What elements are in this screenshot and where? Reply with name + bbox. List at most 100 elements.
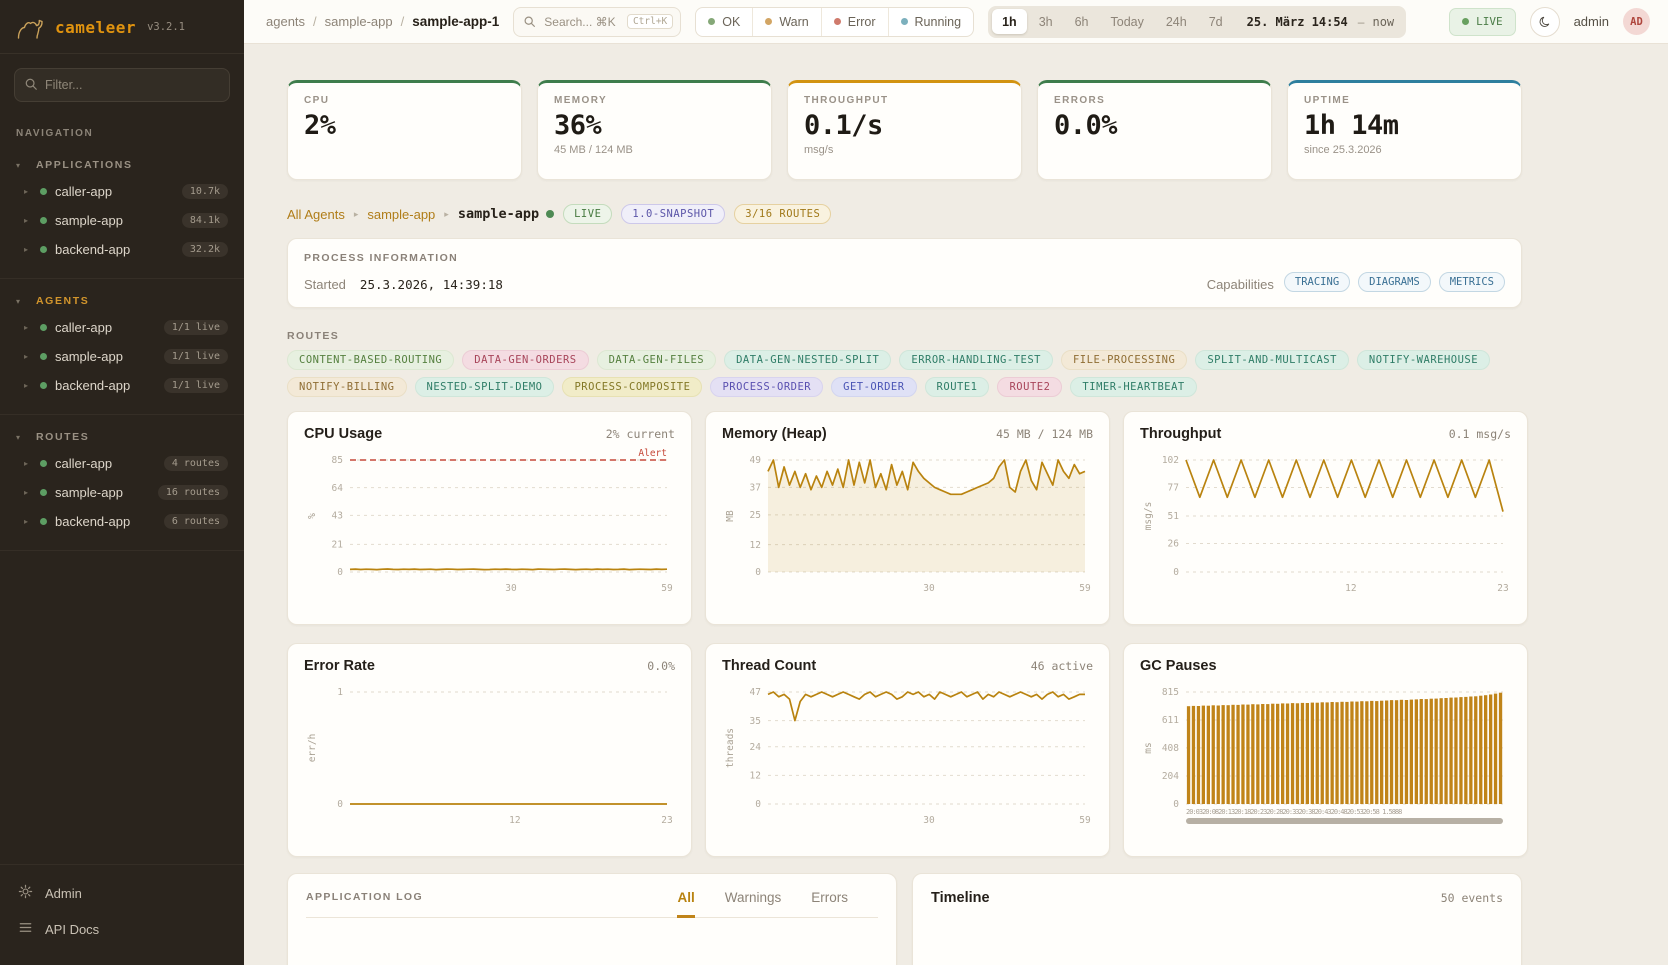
range-date[interactable]: 25. März 14:54 <box>1235 15 1356 29</box>
route-chip-data-gen-orders[interactable]: DATA-GEN-ORDERS <box>462 350 588 370</box>
range-button-24h[interactable]: 24h <box>1156 9 1197 34</box>
status-dot <box>40 460 47 467</box>
sidebar-item-backend-app[interactable]: ▸backend-app32.2k <box>10 235 234 264</box>
svg-text:0: 0 <box>755 567 761 578</box>
route-chip-error-handling-test[interactable]: ERROR-HANDLING-TEST <box>899 350 1053 370</box>
breadcrumb-item-sample-app[interactable]: sample-app <box>325 14 393 29</box>
chart-header: CPU Usage2% current <box>304 426 675 442</box>
route-chip-data-gen-files[interactable]: DATA-GEN-FILES <box>597 350 717 370</box>
status-filter-running[interactable]: Running <box>889 8 974 36</box>
svg-text:59: 59 <box>1079 583 1091 594</box>
status-dot <box>40 246 47 253</box>
sidebar-item-caller-app[interactable]: ▸caller-app1/1 live <box>10 313 234 342</box>
route-chip-split-and-multicast[interactable]: SPLIT-AND-MULTICAST <box>1195 350 1349 370</box>
log-tab-errors[interactable]: Errors <box>811 890 848 918</box>
sidebar-item-backend-app[interactable]: ▸backend-app6 routes <box>10 507 234 536</box>
svg-text:12: 12 <box>750 540 761 551</box>
global-search[interactable]: Search... ⌘K Ctrl+K <box>513 7 681 37</box>
range-button-6h[interactable]: 6h <box>1065 9 1099 34</box>
footer-item-api-docs[interactable]: API Docs <box>16 911 228 947</box>
process-info-panel: PROCESS INFORMATION Started 25.3.2026, 1… <box>287 238 1522 308</box>
chart-header: Error Rate0.0% <box>304 658 675 674</box>
sidebar-item-sample-app[interactable]: ▸sample-app84.1k <box>10 206 234 235</box>
svg-text:85: 85 <box>332 455 343 466</box>
log-title: APPLICATION LOG <box>306 891 423 917</box>
status-filter-ok[interactable]: OK <box>696 8 753 36</box>
footer-item-label: Admin <box>45 886 82 901</box>
status-filter-error[interactable]: Error <box>822 8 889 36</box>
metric-sub: since 25.3.2026 <box>1304 144 1505 156</box>
logo-row: cameleer v3.2.1 <box>0 0 244 54</box>
agent-crumb-sample-app[interactable]: sample-app <box>367 207 435 222</box>
capability-pill-diagrams: DIAGRAMS <box>1358 272 1431 292</box>
range-button-7d[interactable]: 7d <box>1199 9 1233 34</box>
route-chip-process-order[interactable]: PROCESS-ORDER <box>710 377 823 397</box>
sidebar-item-sample-app[interactable]: ▸sample-app1/1 live <box>10 342 234 371</box>
route-chip-notify-warehouse[interactable]: NOTIFY-WAREHOUSE <box>1357 350 1490 370</box>
chevron-down-icon: ▾ <box>16 297 26 306</box>
svg-text:204: 204 <box>1162 771 1179 782</box>
footer-item-admin[interactable]: Admin <box>16 875 228 911</box>
agent-crumb-all-agents[interactable]: All Agents <box>287 207 345 222</box>
breadcrumb-item-agents[interactable]: agents <box>266 14 305 29</box>
svg-text:0: 0 <box>337 567 343 578</box>
chart-plot-throughput: 1027751260msg/s1223 <box>1140 448 1511 603</box>
route-chip-notify-billing[interactable]: NOTIFY-BILLING <box>287 377 407 397</box>
search-placeholder: Search... ⌘K <box>544 15 619 29</box>
sidebar-item-label: caller-app <box>55 320 156 335</box>
svg-text:64: 64 <box>332 483 344 494</box>
status-filter-warn[interactable]: Warn <box>753 8 821 36</box>
timeline-event-count: 50 events <box>1441 891 1503 905</box>
agent-current[interactable]: sample-app <box>458 206 539 222</box>
section-label: APPLICATIONS <box>36 159 133 171</box>
chart-header: GC Pauses <box>1140 658 1511 674</box>
breadcrumb-item-sample-app-1[interactable]: sample-app-1 <box>412 14 499 29</box>
section-label: AGENTS <box>36 295 89 307</box>
section-header-applications[interactable]: ▾APPLICATIONS <box>10 153 234 177</box>
status-dot <box>40 324 47 331</box>
section-header-agents[interactable]: ▾ AGENTS <box>10 289 234 313</box>
filter-input[interactable] <box>14 68 230 102</box>
chart-plot-error-rate: 10err/h1223 <box>304 680 675 835</box>
status-dot <box>40 489 47 496</box>
route-chip-get-order[interactable]: GET-ORDER <box>831 377 916 397</box>
sidebar-item-caller-app[interactable]: ▸caller-app4 routes <box>10 449 234 478</box>
route-chip-process-composite[interactable]: PROCESS-COMPOSITE <box>562 377 702 397</box>
range-button-3h[interactable]: 3h <box>1029 9 1063 34</box>
range-now[interactable]: now <box>1366 15 1402 29</box>
agent-live-dot <box>546 210 554 218</box>
log-tab-warnings[interactable]: Warnings <box>725 890 782 918</box>
route-chip-timer-heartbeat[interactable]: TIMER-HEARTBEAT <box>1070 377 1196 397</box>
route-chip-data-gen-nested-split[interactable]: DATA-GEN-NESTED-SPLIT <box>724 350 891 370</box>
sidebar-item-label: sample-app <box>55 485 150 500</box>
sidebar-item-badge: 1/1 live <box>164 378 228 393</box>
route-chip-nested-split-demo[interactable]: NESTED-SPLIT-DEMO <box>415 377 555 397</box>
theme-toggle-button[interactable] <box>1530 7 1560 37</box>
route-chip-content-based-routing[interactable]: CONTENT-BASED-ROUTING <box>287 350 454 370</box>
live-indicator[interactable]: LIVE <box>1449 8 1516 36</box>
range-button-1h[interactable]: 1h <box>992 9 1027 34</box>
svg-text:12: 12 <box>750 771 761 782</box>
chart-header: Memory (Heap)45 MB / 124 MB <box>722 426 1093 442</box>
route-chip-route2[interactable]: ROUTE2 <box>997 377 1062 397</box>
chevron-down-icon: ▾ <box>16 433 26 442</box>
metric-card-throughput: THROUGHPUT0.1/smsg/s <box>787 80 1022 180</box>
svg-text:0: 0 <box>755 799 761 810</box>
sidebar-section-agents: ▾ AGENTS ▸caller-app1/1 live▸sample-app1/1… <box>0 279 244 415</box>
range-button-today[interactable]: Today <box>1101 9 1154 34</box>
svg-text:35: 35 <box>750 716 761 727</box>
sidebar-filter <box>14 68 230 102</box>
chevron-right-icon: ▸ <box>24 245 32 254</box>
chart-header-value: 0.0% <box>647 659 675 673</box>
sidebar-item-caller-app[interactable]: ▸caller-app10.7k <box>10 177 234 206</box>
sidebar-item-sample-app[interactable]: ▸sample-app16 routes <box>10 478 234 507</box>
avatar[interactable]: AD <box>1623 8 1650 35</box>
sidebar-item-backend-app[interactable]: ▸backend-app1/1 live <box>10 371 234 400</box>
chart-title: Thread Count <box>722 658 816 674</box>
status-dot <box>765 18 772 25</box>
route-chip-file-processing[interactable]: FILE-PROCESSING <box>1061 350 1187 370</box>
route-chip-route1[interactable]: ROUTE1 <box>925 377 990 397</box>
section-header-routes[interactable]: ▾ROUTES <box>10 425 234 449</box>
chart-card-cpu: CPU Usage2% current856443210%Alert3059 <box>287 411 692 625</box>
log-tab-all[interactable]: All <box>677 890 694 918</box>
